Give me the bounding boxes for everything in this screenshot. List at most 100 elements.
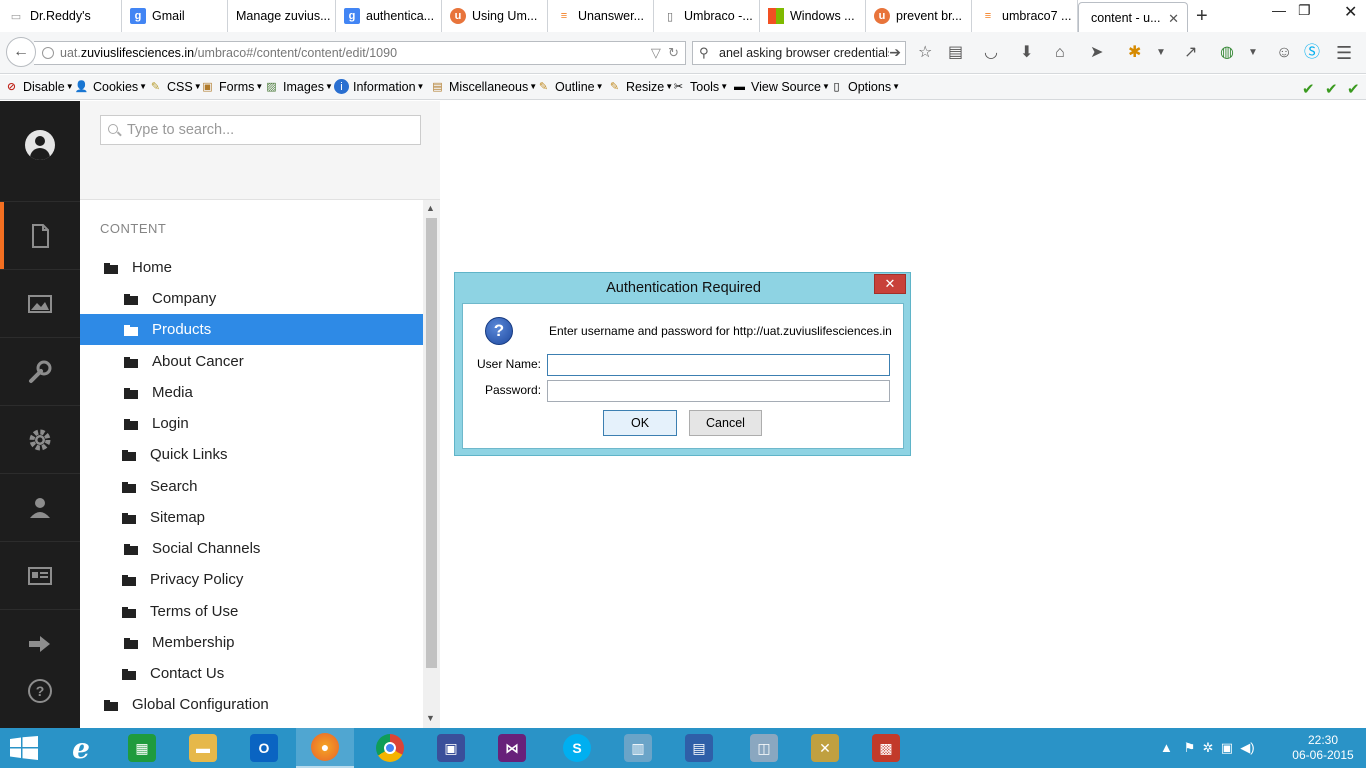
tree-node-search[interactable]: Search <box>80 471 423 502</box>
view-source-menu[interactable]: ▬ View Source ▼ <box>732 79 830 94</box>
explorer-taskbar-button[interactable]: ▬ <box>174 728 232 768</box>
send-icon[interactable]: ➤ <box>1090 44 1103 62</box>
firebug-icon[interactable]: ✱ <box>1128 44 1141 62</box>
chat-icon[interactable]: ☺ <box>1276 44 1292 62</box>
tree-node-media[interactable]: Media <box>80 377 423 408</box>
validation-check-icon[interactable]: ✔ <box>1347 80 1360 98</box>
volume-icon[interactable]: ◀) <box>1240 740 1254 755</box>
clock[interactable]: 22:30 06-06-2015 <box>1288 733 1358 763</box>
sync-icon[interactable]: ✲ <box>1203 740 1214 755</box>
close-window-icon[interactable]: ✕ <box>1344 2 1357 22</box>
dialog-close-button[interactable]: ✕ <box>874 274 906 294</box>
tree-node-privacy-policy[interactable]: Privacy Policy <box>80 564 423 595</box>
tab[interactable]: g Gmail <box>122 0 228 32</box>
tab[interactable]: ≡ Unanswer... <box>548 0 654 32</box>
tools-menu[interactable]: ✂ Tools ▼ <box>671 79 728 94</box>
flag-icon[interactable]: ⚑ <box>1184 740 1196 755</box>
tree-node-quick-links[interactable]: Quick Links <box>80 439 423 470</box>
close-tab-icon[interactable]: ✕ <box>1168 11 1179 27</box>
scroll-up-icon[interactable]: ▲ <box>426 203 435 213</box>
disable-menu[interactable]: ⊘ Disable ▼ <box>4 79 74 94</box>
tree-scrollbar[interactable]: ▲ ▼ <box>423 200 440 728</box>
tab[interactable]: Windows ... <box>760 0 866 32</box>
tools-taskbar-button[interactable]: ✕ <box>796 728 854 768</box>
windows-start-icon[interactable] <box>10 736 38 760</box>
tab-active[interactable]: content - u... ✕ <box>1078 2 1188 32</box>
tab[interactable]: u Using Um... <box>442 0 548 32</box>
network-icon[interactable]: ▣ <box>1221 740 1233 755</box>
tab[interactable]: ▯ Umbraco -... <box>654 0 760 32</box>
validation-check-icon[interactable]: ✔ <box>1302 80 1315 98</box>
dropdown-icon[interactable]: ▼ <box>1156 44 1166 62</box>
skype-icon[interactable]: Ⓢ <box>1304 44 1320 62</box>
section-media[interactable] <box>0 269 80 337</box>
pin-icon[interactable]: ↗ <box>1184 44 1197 62</box>
username-input[interactable] <box>547 354 890 376</box>
bookmarks-list-icon[interactable]: ▤ <box>948 44 963 62</box>
section-members[interactable] <box>0 541 80 609</box>
section-content[interactable] <box>0 201 80 269</box>
firefox-taskbar-button[interactable]: ● <box>296 728 354 768</box>
tree-node-global-configuration[interactable]: Global Configuration <box>100 689 423 720</box>
scheduler-taskbar-button[interactable]: ▩ <box>857 728 915 768</box>
tree-node-sitemap[interactable]: Sitemap <box>80 502 423 533</box>
show-hidden-icons-icon[interactable]: ▲ <box>1160 740 1173 755</box>
search-bar[interactable]: ⚲ anel asking browser credentials ➔ <box>692 41 906 65</box>
tree-node-home[interactable]: Home <box>100 252 423 283</box>
dropdown-icon[interactable]: ▼ <box>1248 44 1258 62</box>
pocket-icon[interactable]: ◡ <box>984 44 998 62</box>
new-tab-button[interactable]: + <box>1196 5 1208 28</box>
perfmon-taskbar-button[interactable]: ◫ <box>735 728 793 768</box>
miscellaneous-menu[interactable]: ▤ Miscellaneous ▼ <box>430 79 537 94</box>
section-users[interactable] <box>0 473 80 541</box>
visual-studio-taskbar-button[interactable]: ⋈ <box>483 728 541 768</box>
tree-node-social-channels[interactable]: Social Channels <box>80 533 423 564</box>
minimize-icon[interactable]: — <box>1272 2 1286 18</box>
tree-node-about-cancer[interactable]: About Cancer <box>80 346 423 377</box>
remote-desktop-taskbar-button[interactable]: ▤ <box>670 728 728 768</box>
css-menu[interactable]: ✎ CSS ▼ <box>148 79 202 94</box>
search-go-icon[interactable]: ➔ <box>889 44 901 61</box>
url-bar[interactable]: uat. zuviuslifesciences.in/umbraco#/conte… <box>34 41 686 65</box>
scroll-down-icon[interactable]: ▼ <box>426 713 435 723</box>
addon-icon[interactable]: ◍ <box>1220 44 1234 62</box>
resize-menu[interactable]: ✎ Resize ▼ <box>607 79 673 94</box>
menu-icon[interactable]: ☰ <box>1336 44 1352 62</box>
tree-search-input[interactable] <box>100 115 421 145</box>
cancel-button[interactable]: Cancel <box>689 410 762 436</box>
scrollbar-thumb[interactable] <box>426 218 437 668</box>
tree-node-membership[interactable]: Membership <box>80 627 423 658</box>
validation-check-icon[interactable]: ✔ <box>1325 80 1338 98</box>
ok-button[interactable]: OK <box>603 410 677 436</box>
back-button[interactable]: ← <box>6 37 36 67</box>
chrome-taskbar-button[interactable] <box>361 728 419 768</box>
forms-menu[interactable]: ▣ Forms ▼ <box>200 79 263 94</box>
cookies-menu[interactable]: 👤 Cookies ▼ <box>74 79 147 94</box>
tab[interactable]: u prevent br... <box>866 0 972 32</box>
iis-taskbar-button[interactable]: ▥ <box>609 728 667 768</box>
tree-node-contact-us[interactable]: Contact Us <box>80 658 423 689</box>
home-icon[interactable]: ⌂ <box>1055 44 1065 62</box>
tab[interactable]: g authentica... <box>336 0 442 32</box>
tree-node-company[interactable]: Company <box>80 283 423 314</box>
user-avatar[interactable] <box>25 130 55 160</box>
images-menu[interactable]: ▨ Images ▼ <box>264 79 333 94</box>
help-button[interactable]: ? <box>0 657 80 725</box>
downloads-icon[interactable]: ⬇ <box>1020 44 1033 62</box>
store-taskbar-button[interactable]: ▦ <box>113 728 171 768</box>
skype-taskbar-button[interactable]: S <box>548 728 606 768</box>
outline-menu[interactable]: ✎ Outline ▼ <box>536 79 604 94</box>
tab[interactable]: ≡ umbraco7 ... <box>972 0 1078 32</box>
tab[interactable]: Manage zuvius... <box>228 0 336 32</box>
sql-taskbar-button[interactable]: ▣ <box>422 728 480 768</box>
ie-taskbar-button[interactable]: e <box>52 728 110 768</box>
restore-icon[interactable]: ❐ <box>1298 2 1311 19</box>
section-developer[interactable] <box>0 405 80 473</box>
outlook-taskbar-button[interactable]: O <box>235 728 293 768</box>
options-menu[interactable]: ▯ Options ▼ <box>829 79 900 94</box>
reload-icon[interactable]: ▽ ↻ <box>651 45 679 61</box>
password-input[interactable] <box>547 380 890 402</box>
section-settings[interactable] <box>0 337 80 405</box>
tree-node-products[interactable]: Products <box>80 314 423 345</box>
information-menu[interactable]: i Information ▼ <box>334 79 424 94</box>
